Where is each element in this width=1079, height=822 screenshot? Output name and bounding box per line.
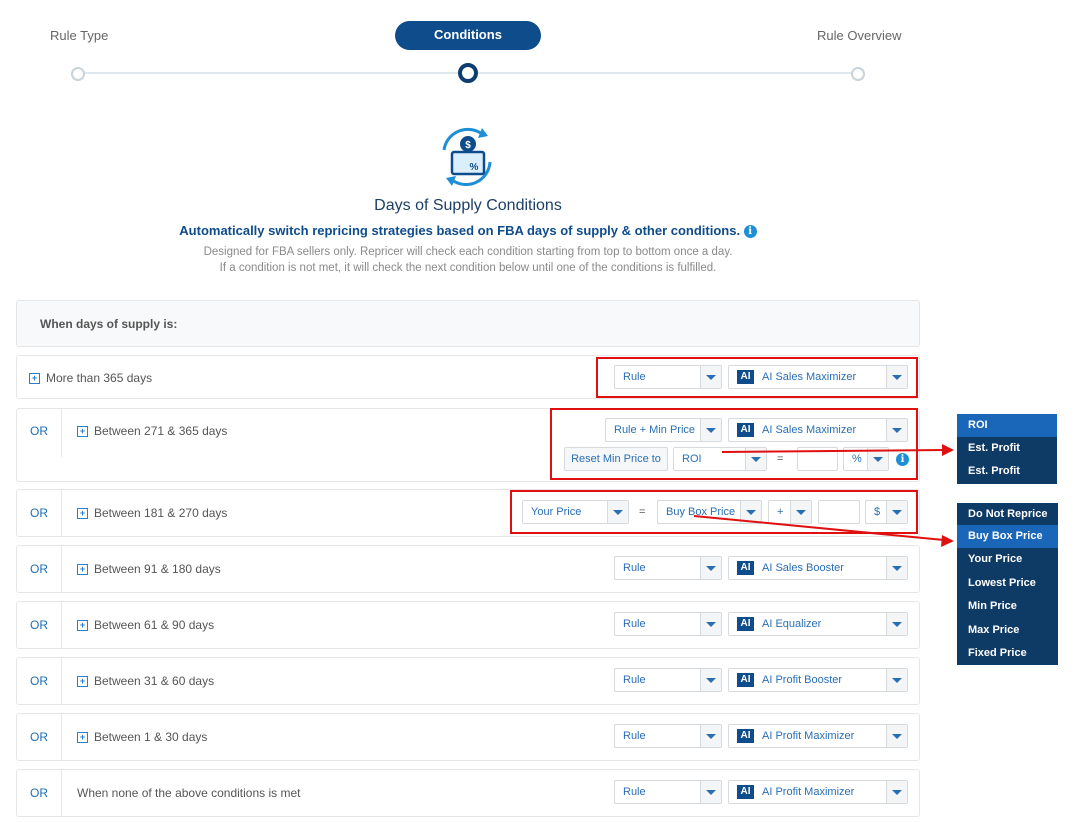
arrowhead-price: [941, 535, 954, 547]
price-option-fixed[interactable]: Fixed Price: [957, 642, 1058, 665]
price-option-your-price[interactable]: Your Price: [957, 548, 1058, 571]
arrowhead-roi: [942, 444, 954, 456]
price-option-min[interactable]: Min Price: [957, 595, 1058, 618]
arrow-line-price: [693, 515, 945, 541]
annotation-arrows: [693, 444, 954, 547]
price-dropdown-menu: Do Not Reprice Buy Box Price Your Price …: [957, 503, 1058, 665]
roi-option-est-profit[interactable]: Est. Profit: [957, 437, 1057, 460]
roi-option-est-profit-margin[interactable]: Est. Profit Margin: [957, 460, 1057, 500]
price-option-do-not-reprice[interactable]: Do Not Reprice: [957, 503, 1058, 526]
arrow-line-roi: [721, 449, 945, 453]
roi-dropdown-menu: ROI Est. Profit Est. Profit Margin: [957, 414, 1057, 500]
roi-option-roi[interactable]: ROI: [957, 414, 1057, 437]
price-option-buy-box[interactable]: Buy Box Price: [957, 525, 1058, 548]
price-option-max[interactable]: Max Price: [957, 619, 1058, 642]
price-option-lowest[interactable]: Lowest Price: [957, 572, 1058, 595]
